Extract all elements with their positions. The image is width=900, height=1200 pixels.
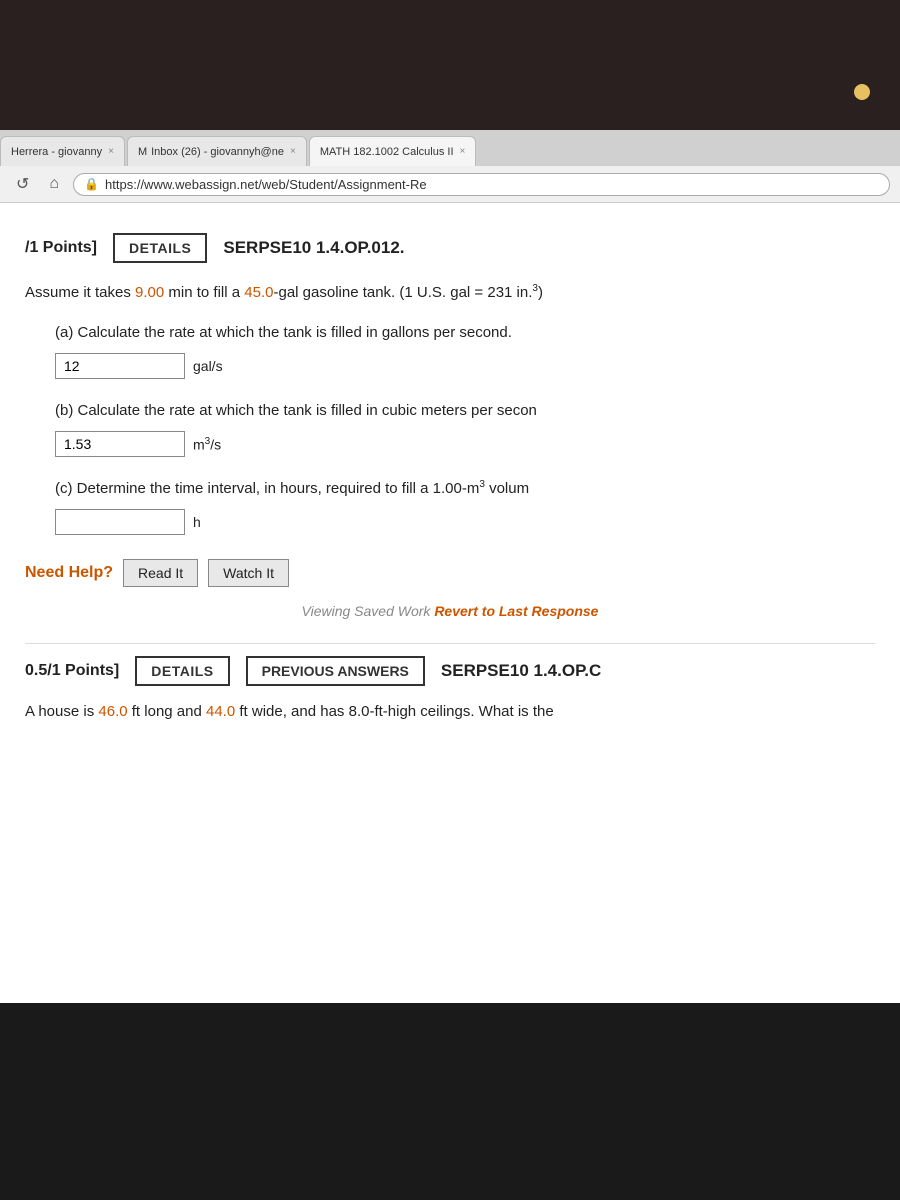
problem1-time: 9.00 [135,284,164,301]
browser-chrome: Herrera - giovanny × M Inbox (26) - giov… [0,130,900,203]
part-a-label: (a) Calculate the rate at which the tank… [55,321,875,345]
problem2-text3: ft wide, and has 8.0-ft-high ceilings. W… [235,703,554,720]
home-button[interactable]: ⌂ [43,173,65,195]
url-text: https://www.webassign.net/web/Student/As… [105,177,427,192]
part-a-input[interactable] [55,353,185,379]
part-b-unit: m3/s [193,436,221,453]
revert-link[interactable]: Revert to Last Response [434,603,598,619]
part-c-label: (c) Determine the time interval, in hour… [55,477,875,501]
problem1-time-unit: min to fill a [164,284,244,301]
part-b-answer-row: m3/s [55,431,875,457]
problem2-text2: ft long and [128,703,206,720]
ambient-light [854,84,870,100]
part-c-unit: h [193,514,201,530]
problem2-id: SERPSE10 1.4.OP.C [441,661,601,681]
problem1-id: SERPSE10 1.4.OP.012. [223,238,404,258]
main-content: /1 Points] DETAILS SERPSE10 1.4.OP.012. … [0,203,900,1003]
part-c-input[interactable] [55,509,185,535]
part-b-input[interactable] [55,431,185,457]
tab-inbox[interactable]: M Inbox (26) - giovannyh@ne × [127,136,307,166]
problem2-details-button[interactable]: DETAILS [135,656,229,686]
tab-herrera-close[interactable]: × [108,146,114,157]
part-a-answer-row: gal/s [55,353,875,379]
problem1-volume: 45.0 [244,284,273,301]
tab-bar: Herrera - giovanny × M Inbox (26) - giov… [0,130,900,166]
problem1-prefix: Assume it takes [25,284,135,301]
watch-it-button[interactable]: Watch It [208,559,289,587]
part-b-label: (b) Calculate the rate at which the tank… [55,399,875,423]
problem1-part-c: (c) Determine the time interval, in hour… [55,477,875,535]
address-bar: ↺ ⌂ 🔒 https://www.webassign.net/web/Stud… [0,166,900,203]
tab-herrera[interactable]: Herrera - giovanny × [0,136,125,166]
top-dark-area [0,0,900,130]
problem1-text-end: ) [538,284,543,301]
need-help-label: Need Help? [25,564,113,582]
tab-inbox-close[interactable]: × [290,146,296,157]
viewing-text: Viewing Saved Work [302,603,435,619]
lock-icon: 🔒 [84,177,99,191]
problem2-header: 0.5/1 Points] DETAILS PREVIOUS ANSWERS S… [25,656,875,686]
part-c-answer-row: h [55,509,875,535]
tab-math-close[interactable]: × [460,146,466,157]
problem2-text: A house is 46.0 ft long and 44.0 ft wide… [25,700,875,724]
tab-inbox-label: Inbox (26) - giovannyh@ne [151,146,284,158]
tab-math[interactable]: MATH 182.1002 Calculus II × [309,136,477,166]
tab-herrera-label: Herrera - giovanny [11,146,102,158]
problem2-points: 0.5/1 Points] [25,662,119,680]
problem2-prefix: A house is [25,703,98,720]
problem1-details-button[interactable]: DETAILS [113,233,207,263]
problem1-text-suffix: -gal gasoline tank. (1 U.S. gal = 231 in… [273,284,532,301]
read-it-button[interactable]: Read It [123,559,198,587]
problem1-text: Assume it takes 9.00 min to fill a 45.0-… [25,281,875,305]
problem2-val1: 46.0 [98,703,127,720]
problem1-header: /1 Points] DETAILS SERPSE10 1.4.OP.012. [25,233,875,263]
tab-inbox-icon: M [138,146,147,158]
reload-button[interactable]: ↺ [10,172,35,196]
problem1-part-a: (a) Calculate the rate at which the tank… [55,321,875,379]
problem1-part-b: (b) Calculate the rate at which the tank… [55,399,875,457]
part-a-unit: gal/s [193,358,223,374]
viewing-saved-section: Viewing Saved Work Revert to Last Respon… [25,603,875,619]
need-help-section: Need Help? Read It Watch It [25,559,875,587]
previous-answers-button[interactable]: PREVIOUS ANSWERS [246,656,425,686]
problem1-points: /1 Points] [25,239,97,257]
problem2-val2: 44.0 [206,703,235,720]
tab-math-label: MATH 182.1002 Calculus II [320,146,454,158]
url-bar[interactable]: 🔒 https://www.webassign.net/web/Student/… [73,173,890,196]
section-divider [25,643,875,644]
